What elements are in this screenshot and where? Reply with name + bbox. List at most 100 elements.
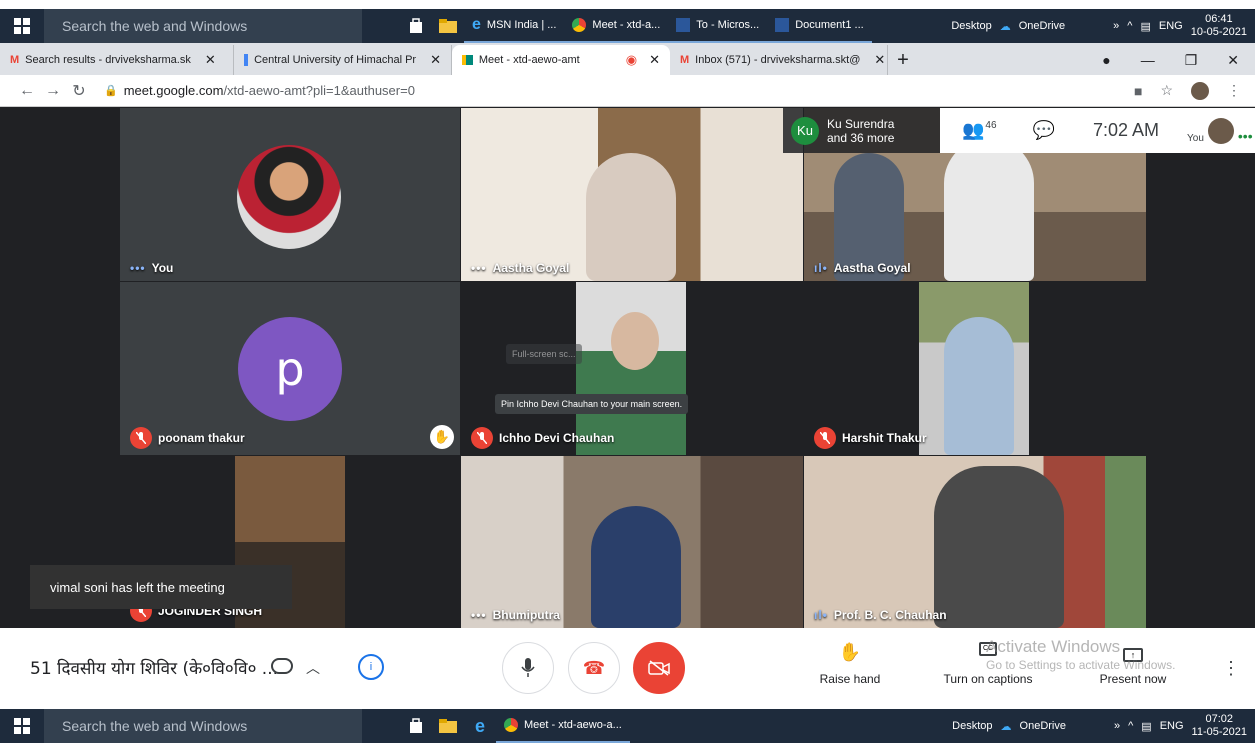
file-explorer-icon[interactable] [432,9,464,43]
chevron-up-icon[interactable]: ^ [1127,20,1132,32]
chevron-right-icon[interactable]: » [1114,720,1120,732]
tile-poonam-thakur[interactable]: p poonam thakur ✋ [120,282,460,455]
raise-hand-button[interactable]: ✋ Raise hand [810,642,890,692]
tab-university[interactable]: Central University of Himachal Pr ✕ [234,45,452,75]
chat-icon[interactable]: 💬 [1033,120,1055,141]
tile-you[interactable]: ••• You [120,108,460,281]
tile-ichho-devi-chauhan[interactable]: Full-screen sc... Pin Ichho Devi Chauhan… [461,282,803,455]
star-icon[interactable]: ☆ [1160,82,1173,99]
desktop-label[interactable]: Desktop [952,720,992,732]
close-icon[interactable]: ✕ [430,52,441,68]
top-strip [0,0,1255,9]
taskbar-app-document[interactable]: Document1 ... [767,9,872,43]
more-options-icon[interactable]: ⋮ [1222,658,1240,679]
forward-icon[interactable]: → [40,82,66,100]
language-label[interactable]: ENG [1159,20,1183,32]
chrome-icon [572,18,587,32]
windows-icon [14,718,30,734]
meeting-info-box: 👥 46 💬 7:02 AM You ••• [940,108,1255,153]
participants-button[interactable]: 👥 46 [962,120,997,141]
close-icon[interactable]: ✕ [649,52,660,68]
taskbar-app-meet[interactable]: Meet - xtd-a... [564,9,669,43]
tile-bhumiputra[interactable]: ••• Bhumiputra [461,456,803,628]
onedrive-label[interactable]: OneDrive [1020,720,1066,732]
url-field[interactable]: 🔒 meet.google.com/xtd-aewo-amt?pli=1&aut… [104,83,415,98]
new-tab-button[interactable]: + [888,45,918,75]
start-button[interactable] [0,9,44,43]
lock-icon: 🔒 [104,85,118,97]
chevron-up-icon[interactable]: ^ [1128,720,1133,732]
tile-harshit-thakur[interactable]: Harshit Thakur [804,282,1146,455]
taskbar-search[interactable]: Search the web and Windows [44,709,362,743]
mic-button[interactable] [502,642,554,694]
avatar: p [238,317,342,421]
taskbar-clock[interactable]: 07:02 11-05-2021 [1192,713,1247,739]
close-icon[interactable]: ✕ [874,52,885,68]
close-icon[interactable]: ✕ [205,52,216,68]
taskbar-app-meet[interactable]: Meet - xtd-aewo-a... [496,709,630,743]
restore-icon[interactable]: ❐ [1185,52,1198,69]
mic-off-icon [471,427,493,449]
mic-icon [521,658,535,677]
camera-off-icon [648,660,670,676]
edge-icon[interactable]: e [464,709,496,743]
chevron-right-icon[interactable]: » [1113,20,1119,32]
mic-off-icon [814,427,836,449]
notes-icon[interactable]: ▤ [1140,20,1150,33]
taskbar-clock[interactable]: 06:41 10-05-2021 [1191,13,1247,39]
leave-call-button[interactable]: ☎ [568,642,620,694]
language-label[interactable]: ENG [1160,720,1184,732]
self-preview[interactable]: You ••• [1187,117,1253,144]
taskbar-app-msn[interactable]: e MSN India | ... [464,9,565,43]
tab-meet[interactable]: Meet - xtd-aewo-amt ◉ ✕ [452,45,670,75]
tab-gmail-search[interactable]: M Search results - drviveksharma.sk ✕ [0,45,234,75]
taskbar-app-todo[interactable]: To - Micros... [668,9,768,43]
hang-up-icon: ☎ [582,657,606,678]
captions-chip-icon[interactable] [271,658,293,674]
desktop-label[interactable]: Desktop [951,20,991,32]
audio-dots-icon: ••• [471,608,487,622]
edge-icon: e [472,16,481,33]
start-button[interactable] [0,709,44,743]
raise-hand-indicator-icon: ✋ [430,425,454,449]
onedrive-icon[interactable]: ☁ [1001,720,1012,733]
profile-avatar[interactable] [1191,81,1209,100]
calendar-icon [244,54,249,66]
file-explorer-icon[interactable] [432,709,464,743]
menu-icon[interactable]: ⋮ [1227,82,1241,99]
tile-prof-bc-chauhan[interactable]: ıl• Prof. B. C. Chauhan [804,456,1146,628]
meet-icon [462,55,473,65]
camera-icon[interactable]: ■ [1134,83,1142,99]
mic-off-icon [130,427,152,449]
close-window-icon[interactable]: ✕ [1227,52,1239,69]
meeting-title[interactable]: 51 दिवसीय योग शिविर (के०वि०वि० ... [30,656,278,679]
onedrive-label[interactable]: OneDrive [1019,20,1065,32]
camera-button[interactable] [633,642,685,694]
minimize-icon[interactable]: — [1141,52,1155,68]
tile-aastha-goyal-1[interactable]: ••• Aastha Goyal [461,108,803,281]
gmail-icon: M [680,54,690,66]
chevron-up-icon[interactable]: ︿ [306,658,320,678]
taskbar-search[interactable]: Search the web and Windows [44,9,362,43]
speaker-avatar: Ku [791,116,819,145]
store-icon[interactable] [400,709,432,743]
active-speaker-box[interactable]: Ku Ku Surendra and 36 more [783,108,940,153]
profile-dot-icon[interactable]: ● [1102,52,1110,68]
avatar [1207,117,1234,144]
more-dots-icon[interactable]: ••• [1238,128,1253,144]
video-person [591,506,681,628]
word-icon [775,18,790,32]
store-icon[interactable] [400,9,432,43]
hand-icon: ✋ [838,642,862,662]
people-icon: 👥 [962,120,985,140]
reload-icon[interactable]: ↻ [66,81,92,101]
back-icon[interactable]: ← [14,82,40,100]
windows-taskbar-top: Search the web and Windows e MSN India | … [0,9,1255,43]
video-person [934,466,1064,628]
shield-icon[interactable]: i [358,654,384,680]
onedrive-icon[interactable]: ☁ [1000,20,1011,33]
notes-icon[interactable]: ▤ [1141,720,1151,733]
audio-bars-icon: ıl• [814,261,828,275]
tab-inbox[interactable]: M Inbox (571) - drviveksharma.skt@ ✕ [670,45,888,75]
video-person [944,317,1014,455]
